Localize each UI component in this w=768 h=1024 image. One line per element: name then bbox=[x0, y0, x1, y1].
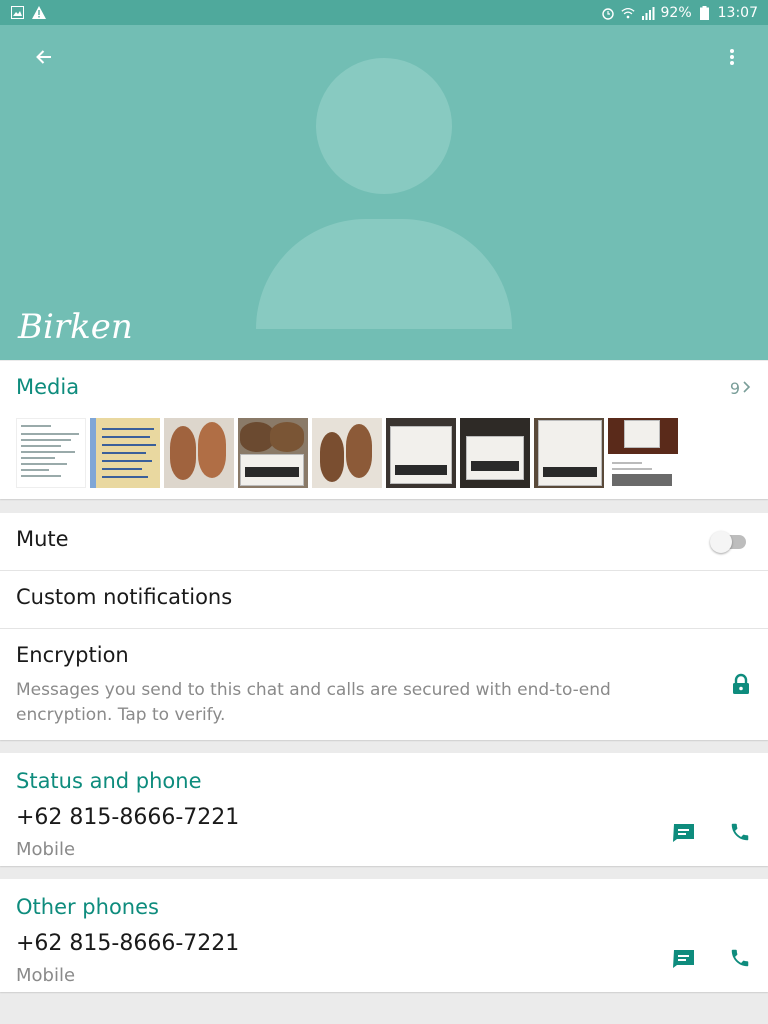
lock-icon bbox=[730, 673, 752, 695]
contact-name: Birken bbox=[18, 307, 133, 347]
media-thumbnail[interactable] bbox=[312, 418, 382, 488]
phone-number[interactable]: +62 815-8666-7221 bbox=[16, 805, 239, 830]
message-icon[interactable] bbox=[670, 818, 698, 846]
avatar-placeholder-body bbox=[256, 219, 512, 329]
phone-call-icon[interactable] bbox=[726, 944, 754, 972]
status-bar: 92% 13:07 bbox=[0, 0, 768, 25]
media-section: Media 9 bbox=[0, 361, 768, 499]
media-thumbnail[interactable] bbox=[90, 418, 160, 488]
custom-notifications-row[interactable]: Custom notifications bbox=[0, 571, 768, 629]
media-count[interactable]: 9 bbox=[730, 379, 752, 398]
battery-icon bbox=[698, 5, 712, 20]
clock-time: 13:07 bbox=[717, 4, 758, 21]
media-title[interactable]: Media bbox=[16, 375, 79, 399]
toggle-knob bbox=[710, 531, 732, 553]
overflow-menu-icon[interactable] bbox=[714, 39, 750, 75]
contact-header: Birken bbox=[0, 25, 768, 360]
wifi-icon bbox=[620, 6, 635, 20]
media-thumbnail[interactable] bbox=[608, 418, 678, 488]
media-thumbnail[interactable] bbox=[534, 418, 604, 488]
other-phones-title: Other phones bbox=[16, 895, 159, 919]
signal-icon bbox=[641, 6, 655, 20]
media-thumbnail[interactable] bbox=[164, 418, 234, 488]
other-phones-section: Other phones +62 815-8666-7221 Mobile bbox=[0, 879, 768, 992]
phone-call-icon[interactable] bbox=[726, 818, 754, 846]
chat-settings-section: Mute Custom notifications Encryption Mes… bbox=[0, 513, 768, 740]
image-icon bbox=[10, 6, 24, 20]
custom-notifications-label: Custom notifications bbox=[16, 585, 233, 609]
status-and-phone-section: Status and phone +62 815-8666-7221 Mobil… bbox=[0, 753, 768, 866]
media-thumbnail[interactable] bbox=[460, 418, 530, 488]
phone-type: Mobile bbox=[16, 839, 76, 860]
other-phone-number[interactable]: +62 815-8666-7221 bbox=[16, 931, 239, 956]
media-thumbnail[interactable] bbox=[16, 418, 86, 488]
media-thumbnail[interactable] bbox=[386, 418, 456, 488]
encryption-label: Encryption bbox=[16, 643, 129, 667]
mute-toggle[interactable] bbox=[710, 531, 746, 553]
battery-percent: 92% bbox=[660, 4, 692, 21]
encryption-description: Messages you send to this chat and calls… bbox=[16, 680, 611, 725]
media-thumbnail[interactable] bbox=[238, 418, 308, 488]
media-thumbnails bbox=[16, 418, 678, 488]
avatar-placeholder-head bbox=[316, 58, 452, 194]
other-phone-type: Mobile bbox=[16, 965, 76, 986]
message-icon[interactable] bbox=[670, 944, 698, 972]
status-and-phone-title: Status and phone bbox=[16, 769, 202, 793]
media-count-value: 9 bbox=[729, 379, 740, 398]
mute-label: Mute bbox=[16, 527, 69, 551]
chevron-right-icon bbox=[742, 379, 752, 398]
warning-icon bbox=[32, 6, 46, 20]
mute-row[interactable]: Mute bbox=[0, 513, 768, 571]
encryption-row[interactable]: Encryption Messages you send to this cha… bbox=[0, 629, 768, 740]
back-arrow-icon[interactable] bbox=[26, 39, 62, 75]
alarm-icon bbox=[601, 6, 615, 20]
